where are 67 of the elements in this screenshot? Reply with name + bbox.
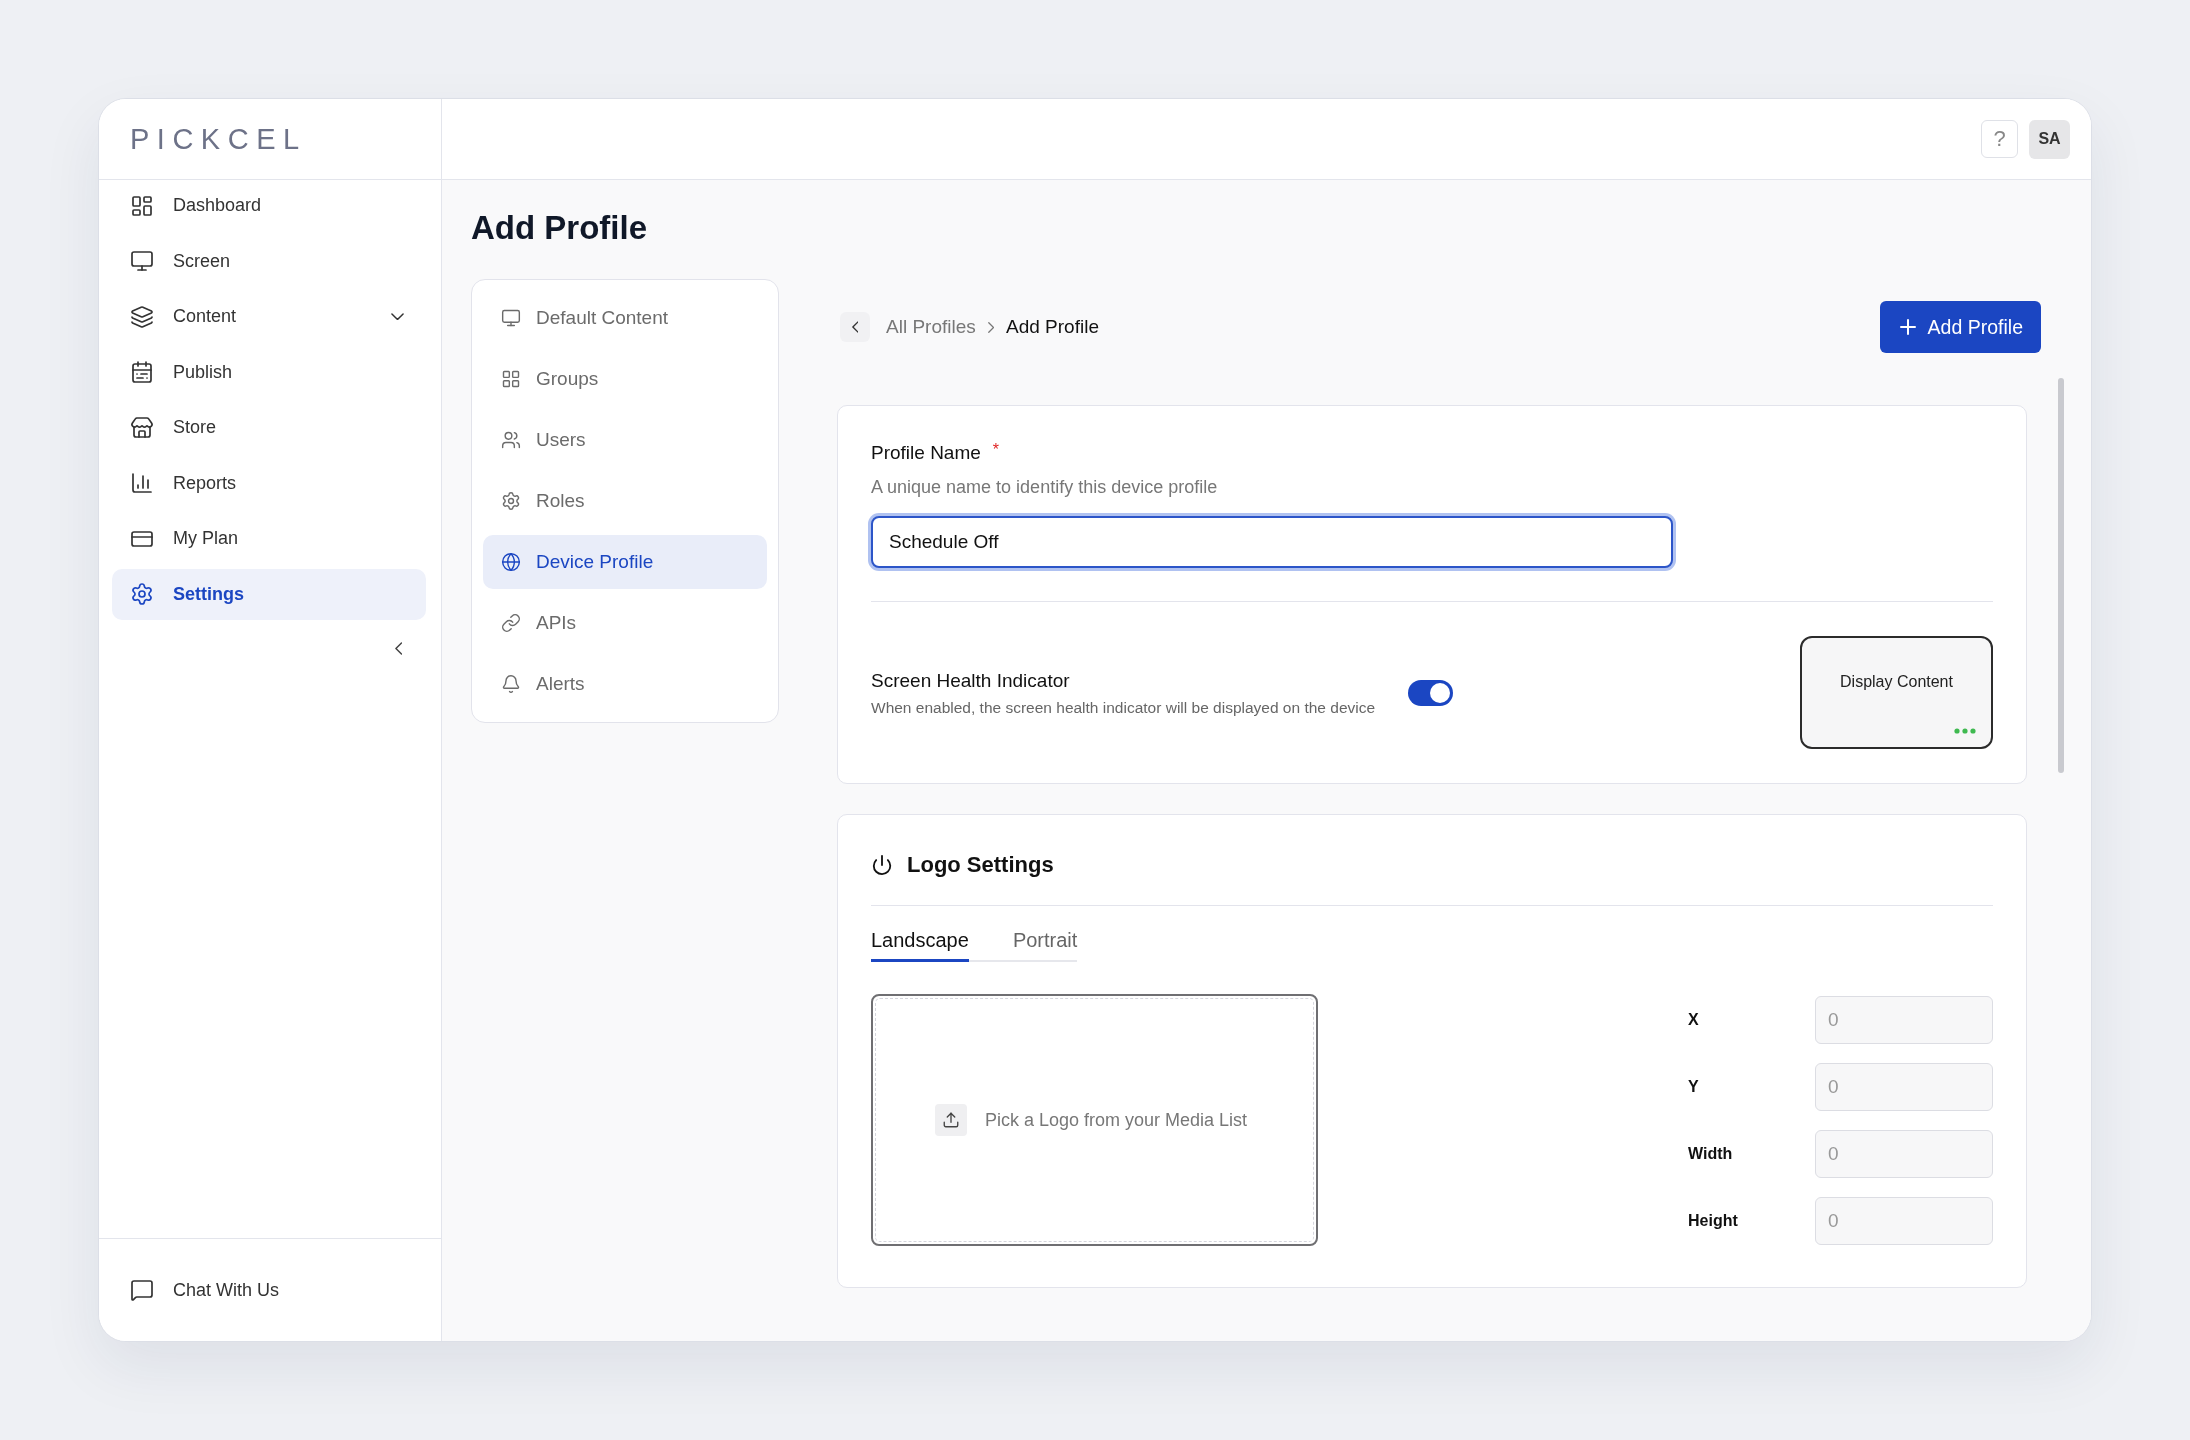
settings-icon [130, 582, 154, 606]
sidebar-item[interactable]: My Plan [112, 513, 426, 564]
settings-nav-item[interactable]: Users [483, 413, 767, 467]
field-label: Profile Name [871, 441, 981, 465]
chat-bubble-icon [130, 1278, 154, 1302]
sidebar-item[interactable]: Settings [112, 568, 426, 620]
upload-dropzone[interactable]: Pick a Logo from your Media List [871, 994, 1318, 1246]
grid-icon [501, 369, 521, 389]
upload-icon [935, 1104, 967, 1136]
tab[interactable]: Portrait [1012, 922, 1078, 962]
back-button[interactable] [840, 312, 870, 342]
link-icon [501, 613, 521, 633]
settings-nav-item[interactable]: Alerts [483, 657, 767, 711]
power-icon [871, 854, 893, 876]
add-profile-button[interactable]: Add Profile [1879, 301, 2041, 353]
sidebar-item[interactable]: Content [112, 291, 426, 342]
field-label: Y [1688, 1078, 1699, 1096]
setting-description: When enabled, the screen health indicator will be displayed on the device [871, 697, 1376, 718]
sidebar-item[interactable]: Dashboard [112, 180, 426, 231]
chevron-right-icon [987, 321, 995, 333]
field-label: Width [1688, 1145, 1733, 1163]
settings-nav-item[interactable]: Groups [483, 352, 767, 406]
monitor-icon [130, 249, 154, 273]
chevron-left-icon [851, 321, 859, 333]
sidebar-item[interactable]: Reports [112, 457, 426, 509]
preview-label: Display Content [1840, 672, 1953, 692]
ellipsis-icon [1954, 728, 1976, 734]
breadcrumb-current: Add Profile [1006, 316, 1099, 338]
required-asterisk: * [992, 440, 1000, 460]
scrollbar-thumb[interactable] [2058, 378, 2064, 773]
section-title: Logo Settings [907, 852, 1054, 878]
bell-icon [501, 674, 521, 694]
input-field[interactable]: 0 [1815, 996, 1993, 1044]
toggle-switch[interactable] [1408, 679, 1454, 706]
input-field[interactable]: 0 [1815, 1197, 1993, 1245]
breadcrumb-link[interactable]: All Profiles [886, 316, 976, 338]
help-button[interactable]: ? [1981, 120, 2018, 158]
storefront-icon [130, 415, 154, 440]
text-field[interactable]: Schedule Off [871, 516, 1673, 568]
input-field[interactable]: 0 [1815, 1130, 1993, 1178]
chevron-left-icon[interactable] [394, 641, 402, 655]
globe-icon [501, 552, 521, 572]
app-logo: PICKCEL [130, 124, 307, 154]
calendar-icon [130, 360, 154, 384]
bar-chart-icon [130, 471, 154, 495]
settings-icon [501, 491, 521, 511]
chat-link[interactable]: Chat With Us [130, 1278, 280, 1302]
settings-nav-item[interactable]: APIs [483, 596, 767, 650]
field-label: X [1688, 1011, 1699, 1029]
settings-nav-item[interactable]: Default Content [483, 291, 767, 345]
sidebar-item[interactable]: Publish [112, 346, 426, 398]
users-icon [501, 430, 521, 450]
sidebar-item[interactable]: Store [112, 402, 426, 453]
setting-title: Screen Health Indicator [871, 668, 1071, 693]
layers-icon [130, 304, 154, 329]
plus-icon [1899, 319, 1916, 335]
settings-nav-item[interactable]: Roles [483, 474, 767, 528]
input-field[interactable]: 0 [1815, 1063, 1993, 1111]
layout-icon [130, 193, 154, 218]
field-label: Height [1688, 1212, 1738, 1230]
monitor-icon [501, 308, 521, 328]
user-avatar[interactable]: SA [2029, 119, 2070, 159]
settings-nav-item[interactable]: Device Profile [483, 535, 767, 589]
page-title: Add Profile [471, 208, 647, 248]
field-hint: A unique name to identify this device profile [871, 476, 1218, 499]
tab[interactable]: Landscape [871, 922, 969, 962]
sidebar-item[interactable]: Screen [112, 235, 426, 287]
